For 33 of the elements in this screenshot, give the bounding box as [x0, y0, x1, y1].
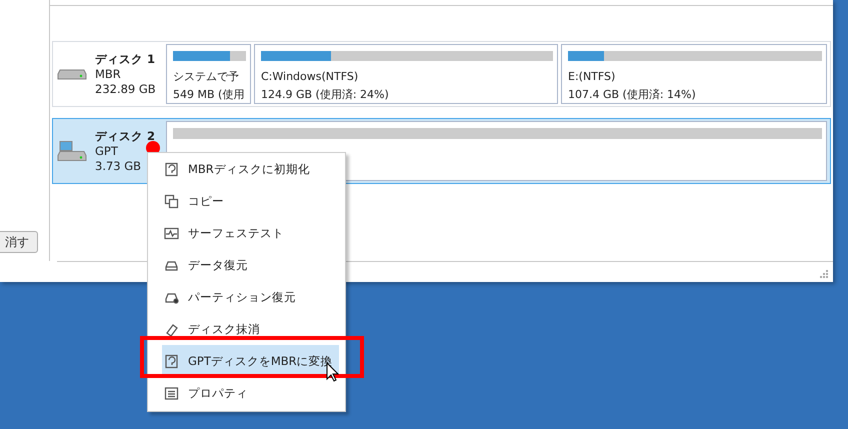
partition-usage: 124.9 GB (使用済: 24%) — [261, 87, 390, 103]
partition-name: C:Windows(NTFS) — [261, 69, 360, 85]
partition-style: GPT — [95, 144, 118, 158]
erase-button[interactable]: 消す — [0, 231, 38, 253]
partition-usage: 549 MB (使用 — [173, 87, 246, 103]
usb-drive-icon — [57, 140, 87, 162]
menu-item[interactable]: パーティション復元 — [162, 281, 339, 313]
partition-style: MBR — [95, 66, 121, 82]
square-icon — [164, 162, 179, 176]
disk-name: ディスク 2 — [95, 128, 156, 144]
disk-name: ディスク 1 — [95, 52, 156, 66]
partition-card[interactable]: システムで予 549 MB (使用 — [166, 44, 251, 104]
partition-card[interactable]: E:(NTFS) 107.4 GB (使用済: 14%) — [561, 44, 827, 104]
menu-item[interactable]: データ復元 — [162, 249, 339, 281]
pulse-icon — [164, 226, 179, 240]
menu-item[interactable]: MBRディスクに初期化 — [162, 153, 339, 185]
menu-item[interactable]: サーフェステスト — [162, 217, 339, 249]
partition-usage: 107.4 GB (使用済: 14%) — [568, 87, 697, 103]
partition-card[interactable]: C:Windows(NTFS) 124.9 GB (使用済: 24%) — [254, 44, 558, 104]
disk-row[interactable]: ディスク 1 MBR 232.89 GB システムで予 549 MB (使用 C:Windows(NTFS) 124.9 GB (使用済: 24%) E:(NTFS) 107.4 GB (使用済: 14%) — [52, 41, 831, 107]
disk-size: 232.89 GB — [95, 82, 156, 96]
eraser-icon — [164, 322, 179, 336]
menu-item[interactable]: プロパティ — [162, 377, 339, 409]
disk-size: 3.73 GB — [95, 158, 142, 174]
partition-name: E:(NTFS) — [568, 69, 616, 85]
square-icon — [164, 354, 179, 368]
resize-grip-icon — [820, 270, 829, 279]
hard-drive-icon — [57, 68, 87, 80]
partition-name: システムで予 — [173, 69, 240, 85]
list-icon — [164, 386, 179, 400]
copy-icon — [164, 194, 179, 208]
menu-item[interactable]: コピー — [162, 185, 339, 217]
menu-item[interactable]: ディスク抹消 — [162, 313, 339, 345]
